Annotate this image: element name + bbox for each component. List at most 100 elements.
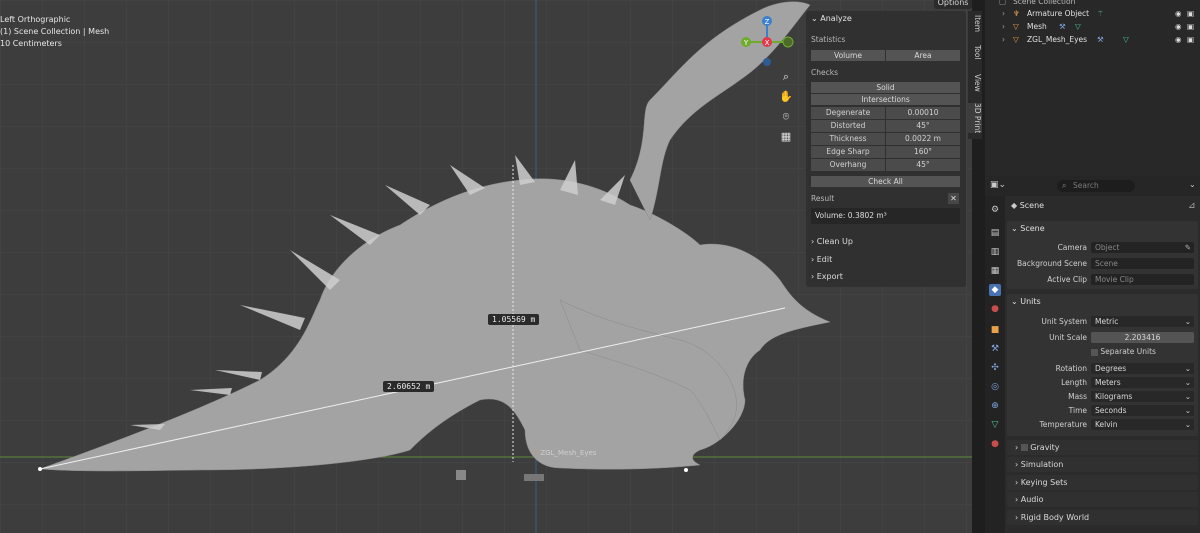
check-value[interactable]: 0.00010 <box>886 107 960 119</box>
checkbox-box[interactable] <box>1091 348 1098 356</box>
data-icon[interactable]: ▽ <box>989 419 1001 431</box>
material-icon[interactable]: ● <box>989 438 1001 450</box>
3d-viewport[interactable]: Left Orthographic (1) Scene Collection |… <box>0 0 972 533</box>
check-label[interactable]: Degenerate <box>811 107 885 119</box>
modifier-wrench-icon: ⚒ <box>1059 22 1066 31</box>
rotation-dropdown[interactable]: Degrees ⌄ <box>1091 363 1194 374</box>
tab-item[interactable]: Item <box>968 15 982 32</box>
fold-clean-up[interactable]: › Clean Up <box>811 237 853 246</box>
fold-edit[interactable]: › Edit <box>811 255 832 264</box>
armature-icon: ♆ <box>1013 9 1020 18</box>
analyze-header[interactable]: ⌄ Analyze <box>811 14 852 23</box>
eye-icon[interactable]: ◉ <box>1175 7 1182 20</box>
editor-type-icon[interactable]: ▣⌄ <box>990 180 1006 190</box>
chevron-right-icon[interactable]: › <box>1002 7 1005 20</box>
check-all-button[interactable]: Check All <box>811 176 960 187</box>
unit-system-dropdown[interactable]: Metric ⌄ <box>1091 316 1194 327</box>
chevron-right-icon: › <box>1015 443 1019 452</box>
check-value[interactable]: 160° <box>886 146 960 158</box>
check-row-distorted[interactable]: Distorted 45° <box>811 120 960 132</box>
check-label[interactable]: Thickness <box>811 133 885 145</box>
constraints-icon[interactable]: ⊕ <box>989 400 1001 412</box>
temperature-dropdown[interactable]: Kelvin ⌄ <box>1091 419 1194 430</box>
volume-button[interactable]: Volume <box>811 50 885 61</box>
active-clip-field[interactable]: Movie Clip <box>1091 274 1194 285</box>
options-button[interactable]: Options <box>934 0 972 9</box>
background-scene-field[interactable]: Scene <box>1091 258 1194 269</box>
navigation-gizmo[interactable]: Z Y X <box>738 12 796 70</box>
particles-icon[interactable]: ✣ <box>989 362 1001 374</box>
chevron-down-icon[interactable]: ⌄ <box>1189 180 1196 189</box>
solid-button[interactable]: Solid <box>811 82 960 93</box>
world-icon[interactable]: ● <box>989 303 1001 315</box>
mass-dropdown[interactable]: Kilograms ⌄ <box>1091 391 1194 402</box>
check-label[interactable]: Distorted <box>811 120 885 132</box>
separate-units-checkbox[interactable]: Separate Units <box>1091 347 1156 356</box>
outliner-item-eyes[interactable]: › ▽ ZGL_Mesh_Eyes ⚒ ▽ ◉ ▣ <box>985 33 1200 46</box>
check-value[interactable]: 45° <box>886 120 960 132</box>
gravity-checkbox[interactable] <box>1020 444 1028 451</box>
check-label[interactable]: Edge Sharp <box>811 146 885 158</box>
object-icon[interactable]: ■ <box>989 324 1001 336</box>
search-field[interactable]: ⌕ Search <box>1057 180 1135 192</box>
fold-export[interactable]: › Export <box>811 272 843 281</box>
scene-panel-header[interactable]: ⌄ Scene <box>1011 224 1045 233</box>
grid-toggle-icon[interactable]: ▦ <box>778 129 794 145</box>
result-value: Volume: 0.3802 m³ <box>811 208 960 224</box>
camera-view-icon[interactable]: ⌾ <box>778 109 794 125</box>
keying-sets-panel[interactable]: › Keying Sets <box>1007 475 1198 490</box>
outliner-item-armature[interactable]: › ♆ Armature Object ⚚ ◉ ▣ <box>985 7 1200 20</box>
zoom-icon[interactable]: ⌕ <box>778 69 794 85</box>
unit-scale-value: 2.203416 <box>1124 333 1161 342</box>
panel-label: Simulation <box>1020 460 1064 469</box>
tab-view[interactable]: View <box>968 74 982 92</box>
chevron-down-icon: ⌄ <box>1184 364 1191 373</box>
check-row-degenerate[interactable]: Degenerate 0.00010 <box>811 107 960 119</box>
gravity-panel[interactable]: › Gravity <box>1007 440 1198 455</box>
unit-scale-field[interactable]: 2.203416 <box>1091 332 1194 343</box>
scene-icon[interactable]: ◆ <box>989 284 1001 296</box>
check-value[interactable]: 45° <box>886 159 960 171</box>
area-button[interactable]: Area <box>886 50 960 61</box>
mesh-data-icon: ▽ <box>1075 22 1081 31</box>
time-dropdown[interactable]: Seconds ⌄ <box>1091 405 1194 416</box>
svg-text:X: X <box>765 39 770 47</box>
intersections-button[interactable]: Intersections <box>811 94 960 105</box>
check-value[interactable]: 0.0022 m <box>886 133 960 145</box>
check-row-thickness[interactable]: Thickness 0.0022 m <box>811 133 960 145</box>
camera-icon[interactable]: ▣ <box>1187 20 1194 33</box>
units-panel-header[interactable]: ⌄ Units <box>1011 297 1041 306</box>
eyedropper-icon[interactable]: ✎ <box>1185 242 1191 253</box>
check-row-overhang[interactable]: Overhang 45° <box>811 159 960 171</box>
outliner-item-mesh[interactable]: › ▽ Mesh ⚒ ▽ ◉ ▣ <box>985 20 1200 33</box>
object-name-text: ZGL_Mesh_Eyes <box>540 449 597 457</box>
tab-3d-print[interactable]: 3D Print <box>968 103 982 134</box>
chevron-right-icon[interactable]: › <box>1002 33 1005 46</box>
view-layer-icon[interactable]: ▦ <box>989 265 1001 277</box>
panel-label: Keying Sets <box>1020 478 1068 487</box>
pan-hand-icon[interactable]: ✋ <box>778 89 794 105</box>
physics-icon[interactable]: ◎ <box>989 381 1001 393</box>
render-icon[interactable]: ▤ <box>989 227 1001 239</box>
check-label[interactable]: Overhang <box>811 159 885 171</box>
clear-result-close-icon[interactable]: ✕ <box>948 193 959 204</box>
tab-tool[interactable]: Tool <box>968 45 982 60</box>
camera-field[interactable]: Object ✎ <box>1091 242 1194 253</box>
units-panel-title: Units <box>1020 297 1041 306</box>
units-panel: ⌄ Units Unit System Metric ⌄ Unit Scale … <box>1007 294 1198 436</box>
rigid-body-world-panel[interactable]: › Rigid Body World <box>1007 510 1198 525</box>
tool-icon[interactable]: ⚙ <box>989 204 1001 216</box>
output-icon[interactable]: ▥ <box>989 246 1001 258</box>
chevron-right-icon[interactable]: › <box>1002 20 1005 33</box>
length-dropdown[interactable]: Meters ⌄ <box>1091 377 1194 388</box>
eye-icon[interactable]: ◉ <box>1175 33 1182 46</box>
camera-icon[interactable]: ▣ <box>1187 7 1194 20</box>
audio-panel[interactable]: › Audio <box>1007 492 1198 507</box>
eye-icon[interactable]: ◉ <box>1175 20 1182 33</box>
pin-icon[interactable]: ⊿ <box>1188 201 1196 211</box>
simulation-panel[interactable]: › Simulation <box>1007 457 1198 472</box>
modifier-icon[interactable]: ⚒ <box>989 343 1001 355</box>
active-clip-label: Active Clip <box>1047 275 1087 284</box>
camera-icon[interactable]: ▣ <box>1187 33 1194 46</box>
check-row-edge-sharp[interactable]: Edge Sharp 160° <box>811 146 960 158</box>
